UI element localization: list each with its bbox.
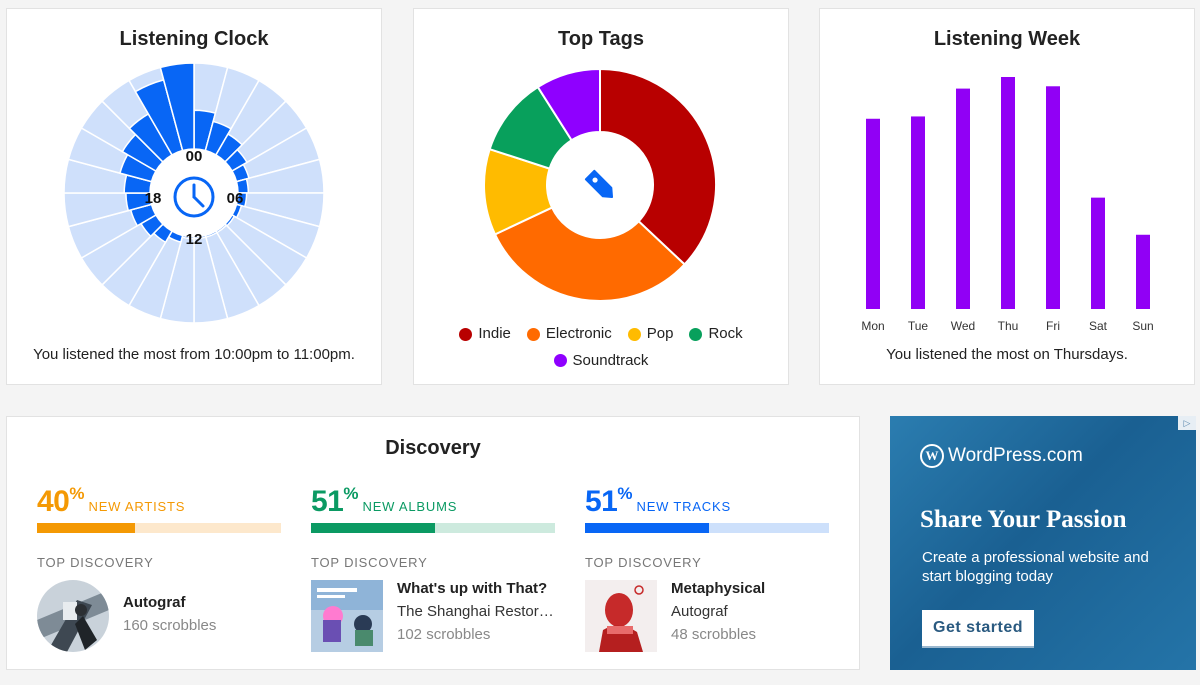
discovery-column-new-artists: 40%NEW ARTISTS TOP DISCOVERY Autograf 16… bbox=[37, 484, 281, 652]
week-bar-tue[interactable] bbox=[911, 116, 925, 309]
discovery-column-new-albums: 51%NEW ALBUMS TOP DISCOVERY What's up wi… bbox=[311, 484, 555, 652]
week-tick-label: Mon bbox=[861, 319, 884, 333]
legend-item-indie[interactable]: Indie bbox=[459, 322, 511, 346]
week-bar-mon[interactable] bbox=[866, 118, 880, 309]
discovery-item-name[interactable]: What's up with That? bbox=[397, 580, 555, 597]
clock-label-06: 06 bbox=[227, 190, 244, 207]
legend-label: Pop bbox=[646, 325, 674, 342]
discovery-stat-label: NEW ALBUMS bbox=[362, 499, 458, 514]
legend-label: Electronic bbox=[545, 325, 612, 342]
clock-label-18: 18 bbox=[145, 190, 162, 207]
legend-item-electronic[interactable]: Electronic bbox=[526, 322, 612, 346]
discovery-item-name[interactable]: Autograf bbox=[123, 594, 281, 611]
clock-label-12: 12 bbox=[186, 231, 203, 248]
album-cover[interactable] bbox=[311, 580, 383, 652]
ad-body: Create a professional website and start … bbox=[922, 549, 1149, 585]
listening-clock-panel: Listening Clock 00 06 12 18 You listened… bbox=[6, 8, 382, 385]
discovery-item-scrobbles: 102 scrobbles bbox=[397, 626, 491, 643]
discovery-percent-sign: % bbox=[69, 484, 85, 503]
discovery-percent: 51 bbox=[311, 485, 344, 518]
legend-item-rock[interactable]: Rock bbox=[689, 322, 743, 346]
discovery-stat-label: NEW TRACKS bbox=[636, 499, 731, 514]
legend-item-soundtrack[interactable]: Soundtrack bbox=[553, 349, 649, 373]
discovery-item-scrobbles: 48 scrobbles bbox=[671, 626, 757, 643]
discovery-progress-fill bbox=[37, 523, 135, 533]
ad-brand: WordPress.com bbox=[948, 445, 1083, 466]
ad-choices-icon[interactable]: ▷ bbox=[1178, 416, 1196, 430]
week-tick-label: Tue bbox=[908, 319, 929, 333]
discovery-item-name[interactable]: Metaphysical bbox=[671, 580, 829, 597]
discovery-progress-bar bbox=[37, 523, 281, 533]
tag-icon bbox=[584, 169, 614, 199]
discovery-panel: Discovery 40%NEW ARTISTS TOP DISCOVERY A… bbox=[6, 416, 860, 670]
clock-label-00: 00 bbox=[186, 148, 203, 165]
top-discovery-item[interactable]: Metaphysical Autograf 48 scrobbles bbox=[585, 580, 829, 652]
get-started-button[interactable]: Get started bbox=[922, 610, 1034, 646]
top-tags-title: Top Tags bbox=[558, 28, 644, 50]
discovery-progress-bar bbox=[585, 523, 829, 533]
top-discovery-label: TOP DISCOVERY bbox=[37, 555, 154, 570]
ad-headline: Share Your Passion bbox=[920, 506, 1127, 533]
listening-week-title: Listening Week bbox=[933, 28, 1081, 50]
legend-dot bbox=[526, 327, 540, 341]
wordpress-logo: W WordPress.com bbox=[920, 444, 1083, 468]
discovery-progress-bar bbox=[311, 523, 555, 533]
week-bar-thu[interactable] bbox=[1001, 77, 1015, 309]
week-tick-label: Fri bbox=[1046, 319, 1060, 333]
week-bar-sat[interactable] bbox=[1091, 197, 1105, 309]
discovery-item-artist[interactable]: Autograf bbox=[671, 603, 829, 620]
top-tags-legend: Indie Electronic Pop Rock Soundtrack bbox=[414, 322, 788, 375]
legend-label: Rock bbox=[708, 325, 743, 342]
legend-label: Indie bbox=[478, 325, 511, 342]
discovery-item-artist[interactable]: The Shanghai Restora... bbox=[397, 603, 555, 620]
top-discovery-label: TOP DISCOVERY bbox=[585, 555, 702, 570]
week-tick-label: Wed bbox=[951, 319, 975, 333]
discovery-title: Discovery bbox=[385, 437, 481, 459]
artist-photo[interactable] bbox=[37, 580, 109, 652]
week-bar-wed[interactable] bbox=[956, 88, 970, 309]
listening-clock-caption: You listened the most from 10:00pm to 11… bbox=[33, 346, 355, 363]
discovery-stat-label: NEW ARTISTS bbox=[88, 499, 186, 514]
legend-label: Soundtrack bbox=[572, 351, 649, 369]
discovery-item-scrobbles: 160 scrobbles bbox=[123, 617, 217, 634]
track-cover[interactable] bbox=[585, 580, 657, 652]
wordpress-ad[interactable]: ▷ W WordPress.com Share Your Passion Cre… bbox=[890, 416, 1196, 670]
listening-clock-title: Listening Clock bbox=[119, 28, 269, 50]
discovery-percent: 51 bbox=[585, 485, 618, 518]
top-tags-chart bbox=[483, 67, 717, 301]
discovery-progress-fill bbox=[311, 523, 436, 533]
discovery-percent-sign: % bbox=[617, 484, 633, 503]
listening-week-chart: Mon Tue Wed Thu Fri Sat Sun bbox=[861, 77, 1154, 333]
legend-dot bbox=[689, 327, 703, 341]
discovery-stat: 40%NEW ARTISTS bbox=[37, 484, 281, 519]
week-bar-sun[interactable] bbox=[1136, 234, 1150, 309]
legend-dot bbox=[553, 354, 567, 367]
week-tick-label: Sun bbox=[1132, 319, 1153, 333]
listening-week-caption: You listened the most on Thursdays. bbox=[886, 346, 1128, 363]
top-discovery-label: TOP DISCOVERY bbox=[311, 555, 428, 570]
listening-week-panel: Listening Week Mon Tue Wed Thu Fri Sat Sun You… bbox=[819, 8, 1195, 385]
discovery-percent: 40 bbox=[37, 485, 70, 518]
top-discovery-item[interactable]: Autograf 160 scrobbles bbox=[37, 580, 281, 652]
discovery-progress-fill bbox=[585, 523, 710, 533]
discovery-stat: 51%NEW TRACKS bbox=[585, 484, 829, 519]
top-tags-panel: Top Tags Indie Electronic Pop Rock Soundtrac… bbox=[413, 8, 789, 385]
week-tick-label: Sat bbox=[1089, 319, 1108, 333]
wordpress-mark-icon: W bbox=[920, 444, 944, 468]
listening-clock-chart: 00 06 12 18 bbox=[63, 62, 325, 324]
week-tick-label: Thu bbox=[998, 319, 1019, 333]
legend-dot bbox=[459, 327, 473, 341]
legend-item-pop[interactable]: Pop bbox=[627, 322, 674, 346]
discovery-percent-sign: % bbox=[343, 484, 359, 503]
top-discovery-item[interactable]: What's up with That? The Shanghai Restor… bbox=[311, 580, 555, 652]
legend-dot bbox=[627, 327, 641, 341]
discovery-stat: 51%NEW ALBUMS bbox=[311, 484, 555, 519]
discovery-column-new-tracks: 51%NEW TRACKS TOP DISCOVERY Metaphysical… bbox=[585, 484, 829, 652]
week-bar-fri[interactable] bbox=[1046, 86, 1060, 309]
